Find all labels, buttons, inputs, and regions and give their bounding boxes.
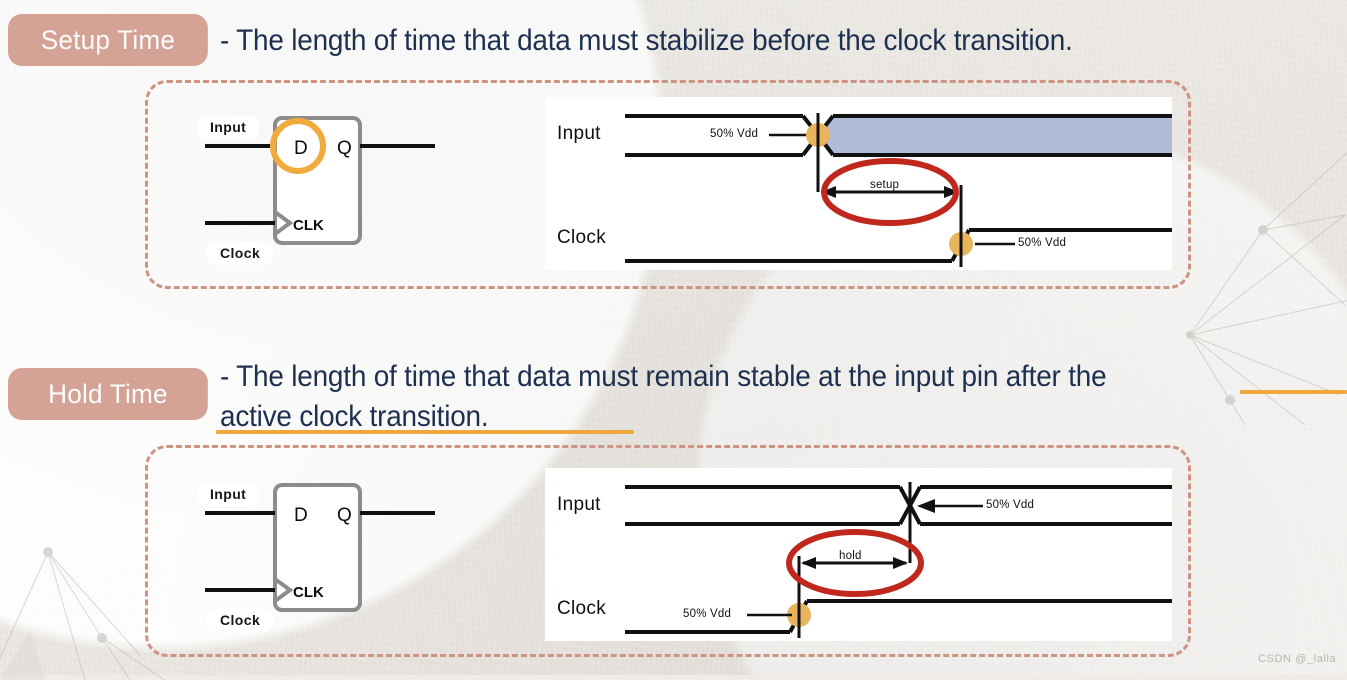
setup-measure-label: setup <box>870 179 900 191</box>
hold-time-description-line1: - The length of time that data must rema… <box>220 360 1107 393</box>
csdn-watermark: CSDN @_lalla <box>1258 653 1337 665</box>
setup-flipflop-input-label: Input <box>197 116 260 139</box>
badge-hold-time[interactable]: Hold Time <box>8 368 208 420</box>
svg-text:CLK: CLK <box>293 217 324 234</box>
hold-time-highlight-line2 <box>216 430 634 434</box>
hold-timing-input-label: Input <box>557 494 601 515</box>
hold-flipflop-diagram: D Q CLK Input Clock <box>190 472 450 637</box>
badge-setup-time[interactable]: Setup Time <box>8 14 208 66</box>
svg-text:D: D <box>294 138 308 159</box>
setup-timing-card: Input Clock 50% Vdd 50% Vdd setup <box>545 97 1172 270</box>
hold-clock-threshold-label: 50% Vdd <box>683 608 732 620</box>
setup-clock-threshold-label: 50% Vdd <box>1018 237 1067 249</box>
svg-text:Q: Q <box>337 138 352 159</box>
badge-setup-time-label: Setup Time <box>40 24 176 55</box>
hold-time-highlight-line1 <box>1240 390 1347 394</box>
hold-timing-clock-label: Clock <box>557 598 607 619</box>
svg-text:CLK: CLK <box>293 584 324 601</box>
badge-hold-time-label: Hold Time <box>48 378 168 409</box>
setup-flipflop-diagram: D Q CLK Input Clock <box>190 105 450 270</box>
setup-timing-clock-label: Clock <box>557 227 607 248</box>
hold-flipflop-input-label: Input <box>197 483 260 506</box>
hold-input-threshold-label: 50% Vdd <box>986 499 1035 511</box>
hold-timing-card: Input Clock 50% Vdd 50% Vdd hold <box>545 468 1172 641</box>
hold-flipflop-clock-label: Clock <box>207 609 274 632</box>
svg-text:D: D <box>294 505 308 526</box>
setup-time-description: - The length of time that data must stab… <box>220 24 1073 57</box>
svg-text:Q: Q <box>337 505 352 526</box>
setup-timing-input-label: Input <box>557 123 601 144</box>
setup-flipflop-clock-label: Clock <box>207 242 274 265</box>
hold-measure-label: hold <box>839 550 862 562</box>
setup-input-threshold-label: 50% Vdd <box>710 128 759 140</box>
